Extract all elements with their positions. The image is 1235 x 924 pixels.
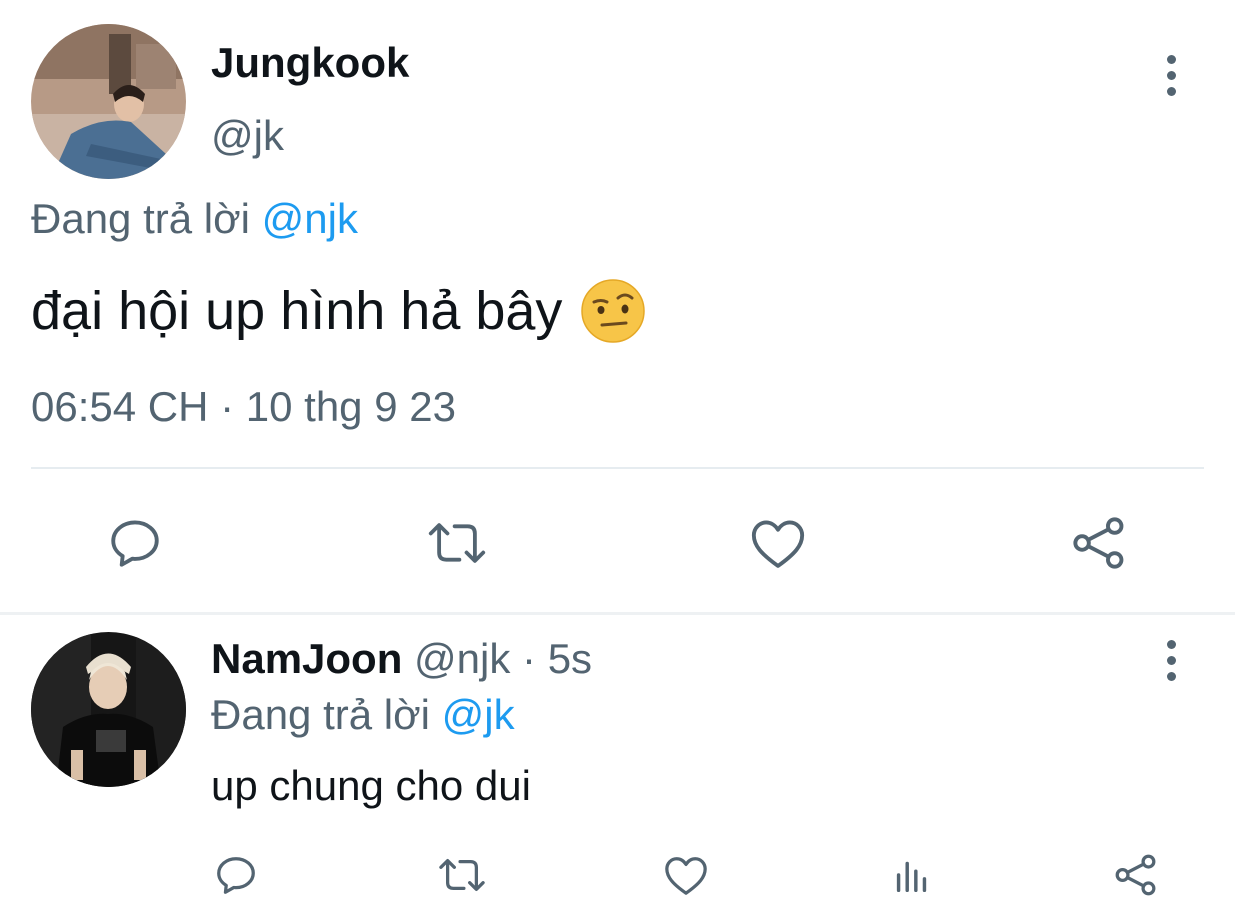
reply-icon[interactable]: [104, 512, 166, 574]
reply-icon[interactable]: [212, 852, 260, 898]
retweet-icon[interactable]: [436, 852, 488, 898]
avatar-photo-namjoon: [31, 632, 186, 787]
main-tweet: Jungkook @jk Đang trả lời @njk đại hội u…: [0, 0, 1235, 612]
share-icon[interactable]: [1068, 512, 1130, 574]
replying-to-mention[interactable]: @jk: [442, 691, 515, 738]
avatar-photo-jungkook: [31, 24, 186, 179]
tweet-timestamp[interactable]: 06:54 CH · 10 thg 9 23: [31, 384, 456, 430]
analytics-icon[interactable]: [888, 852, 936, 898]
tweet-time-ago[interactable]: 5s: [548, 635, 592, 682]
display-name[interactable]: Jungkook: [211, 40, 409, 86]
divider: [0, 612, 1235, 615]
avatar[interactable]: [31, 24, 186, 179]
like-icon[interactable]: [662, 852, 710, 898]
meta-separator: ·: [522, 635, 537, 682]
replying-to: Đang trả lời @njk: [31, 196, 358, 242]
retweet-icon[interactable]: [424, 512, 490, 574]
divider: [31, 467, 1204, 469]
display-name[interactable]: NamJoon: [211, 635, 402, 682]
replying-to-mention[interactable]: @njk: [262, 195, 358, 242]
replying-to-label: Đang trả lời: [211, 691, 430, 738]
tweet-body: đại hội up hình hả bây: [31, 281, 563, 341]
user-handle[interactable]: @njk: [414, 635, 510, 682]
like-icon[interactable]: [747, 512, 809, 574]
tweet-thread-screen: Jungkook @jk Đang trả lời @njk đại hội u…: [0, 0, 1235, 924]
more-options-icon[interactable]: [1156, 53, 1186, 97]
tweet-text: đại hội up hình hả bây: [31, 278, 646, 344]
replying-to: Đang trả lời @jk: [211, 692, 515, 738]
share-icon[interactable]: [1112, 852, 1160, 898]
replying-to-label: Đang trả lời: [31, 195, 250, 242]
user-handle[interactable]: @jk: [211, 113, 284, 159]
avatar[interactable]: [31, 632, 186, 787]
more-options-icon[interactable]: [1156, 638, 1186, 682]
face-with-raised-eyebrow-icon: [581, 279, 646, 343]
reply-header: NamJoon @njk · 5s: [211, 636, 592, 682]
tweet-body: up chung cho dui: [211, 762, 531, 809]
